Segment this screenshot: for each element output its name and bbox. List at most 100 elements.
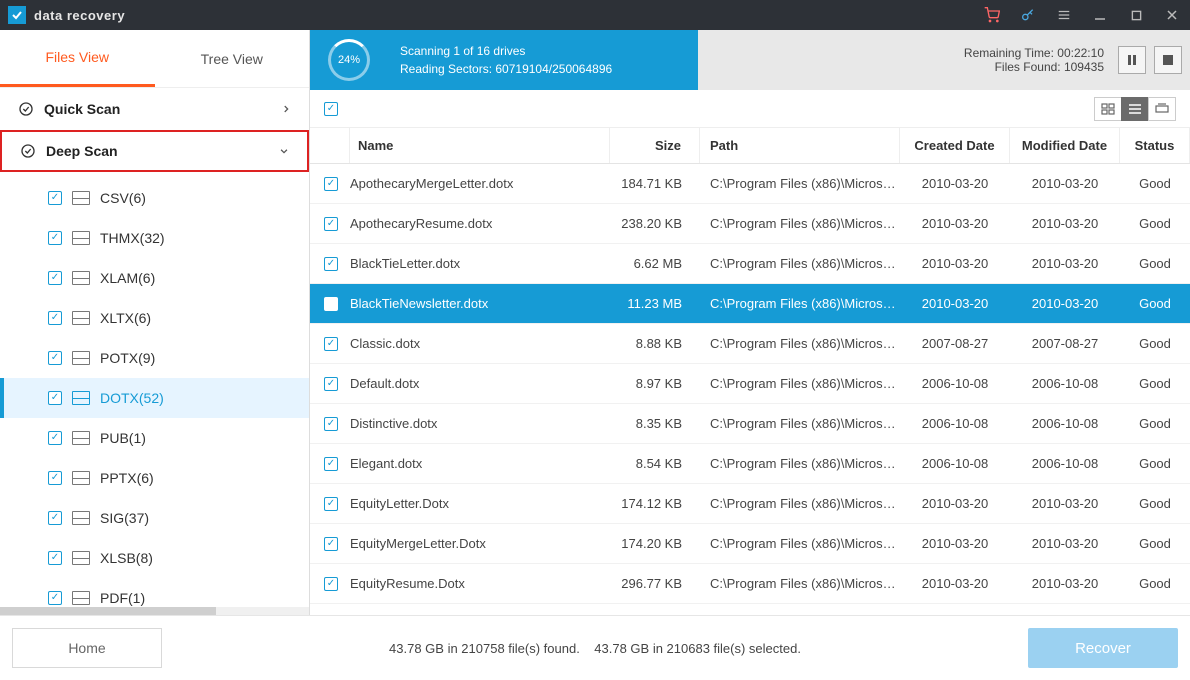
row-checkbox[interactable]: [324, 337, 338, 351]
scan-status-line1: Scanning 1 of 16 drives: [400, 44, 698, 58]
folder-icon: [72, 431, 90, 445]
col-size[interactable]: Size: [610, 128, 700, 163]
col-name[interactable]: Name: [350, 128, 610, 163]
minimize-icon[interactable]: [1082, 0, 1118, 30]
app-title: data recovery: [34, 8, 125, 23]
table-row[interactable]: BlackTieNewsletter.dotx11.23 MBC:\Progra…: [310, 284, 1190, 324]
cell-modified: 2010-03-20: [1010, 496, 1120, 511]
cell-status: Good: [1120, 496, 1190, 511]
deep-scan-section[interactable]: Deep Scan: [0, 130, 309, 172]
table-row[interactable]: Classic.dotx8.88 KBC:\Program Files (x86…: [310, 324, 1190, 364]
tree-item-label: PDF(1): [100, 590, 145, 606]
cell-size: 238.20 KB: [610, 216, 700, 231]
row-checkbox[interactable]: [324, 497, 338, 511]
tree-item[interactable]: XLAM(6): [0, 258, 309, 298]
tree-item-checkbox[interactable]: [48, 551, 62, 565]
row-checkbox[interactable]: [324, 377, 338, 391]
stop-button[interactable]: [1154, 46, 1182, 74]
folder-icon: [72, 391, 90, 405]
row-checkbox[interactable]: [324, 417, 338, 431]
filetype-tree[interactable]: CSV(6)THMX(32)XLAM(6)XLTX(6)POTX(9) DOTX(…: [0, 172, 309, 607]
cell-size: 8.54 KB: [610, 456, 700, 471]
tab-files-view[interactable]: Files View: [0, 30, 155, 87]
summary-text: 43.78 GB in 210758 file(s) found. 43.78 …: [162, 641, 1028, 656]
cell-modified: 2006-10-08: [1010, 456, 1120, 471]
tree-item[interactable]: PDF(1): [0, 578, 309, 607]
tree-item[interactable]: DOTX(52): [0, 378, 309, 418]
table-row[interactable]: ApothecaryResume.dotx238.20 KBC:\Program…: [310, 204, 1190, 244]
table-body[interactable]: ApothecaryMergeLetter.dotx184.71 KBC:\Pr…: [310, 164, 1190, 615]
close-icon[interactable]: [1154, 0, 1190, 30]
tree-item[interactable]: PPTX(6): [0, 458, 309, 498]
tree-item-checkbox[interactable]: [48, 471, 62, 485]
cell-created: 2006-10-08: [900, 456, 1010, 471]
pause-button[interactable]: [1118, 46, 1146, 74]
tree-item[interactable]: XLSB(8): [0, 538, 309, 578]
col-path[interactable]: Path: [700, 128, 900, 163]
tree-item-checkbox[interactable]: [48, 271, 62, 285]
col-status[interactable]: Status: [1120, 128, 1190, 163]
table-row[interactable]: EquityResume.Dotx296.77 KBC:\Program Fil…: [310, 564, 1190, 604]
brand-logo-icon: [8, 6, 26, 24]
table-row[interactable]: BlackTieLetter.dotx6.62 MBC:\Program Fil…: [310, 244, 1190, 284]
cell-size: 8.97 KB: [610, 376, 700, 391]
cell-name: EquityResume.Dotx: [350, 576, 610, 591]
tree-item-checkbox[interactable]: [48, 311, 62, 325]
row-checkbox[interactable]: [324, 537, 338, 551]
grid-view-button[interactable]: [1094, 97, 1122, 121]
row-checkbox[interactable]: [324, 257, 338, 271]
cell-modified: 2010-03-20: [1010, 296, 1120, 311]
table-row[interactable]: Elegant.dotx8.54 KBC:\Program Files (x86…: [310, 444, 1190, 484]
tree-item[interactable]: CSV(6): [0, 178, 309, 218]
row-checkbox[interactable]: [324, 177, 338, 191]
list-view-button[interactable]: [1121, 97, 1149, 121]
table-row[interactable]: Distinctive.dotx8.35 KBC:\Program Files …: [310, 404, 1190, 444]
menu-icon[interactable]: [1046, 0, 1082, 30]
table-row[interactable]: EquityLetter.Dotx174.12 KBC:\Program Fil…: [310, 484, 1190, 524]
view-tabs: Files View Tree View: [0, 30, 309, 88]
tab-tree-view[interactable]: Tree View: [155, 30, 310, 87]
cell-size: 8.35 KB: [610, 416, 700, 431]
tree-item-checkbox[interactable]: [48, 351, 62, 365]
home-button[interactable]: Home: [12, 628, 162, 668]
select-all-checkbox[interactable]: [324, 102, 338, 116]
row-checkbox[interactable]: [324, 217, 338, 231]
tree-item[interactable]: THMX(32): [0, 218, 309, 258]
tree-item[interactable]: POTX(9): [0, 338, 309, 378]
quick-scan-section[interactable]: Quick Scan: [0, 88, 309, 130]
cell-name: EquityMergeLetter.Dotx: [350, 536, 610, 551]
cell-path: C:\Program Files (x86)\Microsoft ...: [700, 416, 900, 431]
cell-created: 2010-03-20: [900, 176, 1010, 191]
tree-item-checkbox[interactable]: [48, 391, 62, 405]
tree-item-checkbox[interactable]: [48, 511, 62, 525]
key-icon[interactable]: [1010, 0, 1046, 30]
remaining-time: Remaining Time: 00:22:10: [964, 46, 1104, 60]
tree-horizontal-scrollbar[interactable]: [0, 607, 309, 615]
row-checkbox[interactable]: [324, 577, 338, 591]
cell-name: Classic.dotx: [350, 336, 610, 351]
tree-item-label: SIG(37): [100, 510, 149, 526]
tree-item-label: DOTX(52): [100, 390, 164, 406]
maximize-icon[interactable]: [1118, 0, 1154, 30]
tree-item[interactable]: PUB(1): [0, 418, 309, 458]
table-row[interactable]: ApothecaryMergeLetter.dotx184.71 KBC:\Pr…: [310, 164, 1190, 204]
row-checkbox[interactable]: [324, 457, 338, 471]
tree-item[interactable]: XLTX(6): [0, 298, 309, 338]
cell-modified: 2007-08-27: [1010, 336, 1120, 351]
tree-item-checkbox[interactable]: [48, 231, 62, 245]
bottom-bar: Home 43.78 GB in 210758 file(s) found. 4…: [0, 615, 1190, 680]
tree-item-checkbox[interactable]: [48, 431, 62, 445]
col-modified[interactable]: Modified Date: [1010, 128, 1120, 163]
tree-item-checkbox[interactable]: [48, 191, 62, 205]
table-row[interactable]: Default.dotx8.97 KBC:\Program Files (x86…: [310, 364, 1190, 404]
tree-item-checkbox[interactable]: [48, 591, 62, 605]
row-checkbox[interactable]: [324, 297, 338, 311]
preview-view-button[interactable]: [1148, 97, 1176, 121]
tree-item[interactable]: SIG(37): [0, 498, 309, 538]
table-row[interactable]: EquityMergeLetter.Dotx174.20 KBC:\Progra…: [310, 524, 1190, 564]
col-created[interactable]: Created Date: [900, 128, 1010, 163]
recover-button[interactable]: Recover: [1028, 628, 1178, 668]
cart-icon[interactable]: [974, 0, 1010, 30]
check-circle-icon: [18, 101, 34, 117]
cell-path: C:\Program Files (x86)\Microsoft ...: [700, 496, 900, 511]
